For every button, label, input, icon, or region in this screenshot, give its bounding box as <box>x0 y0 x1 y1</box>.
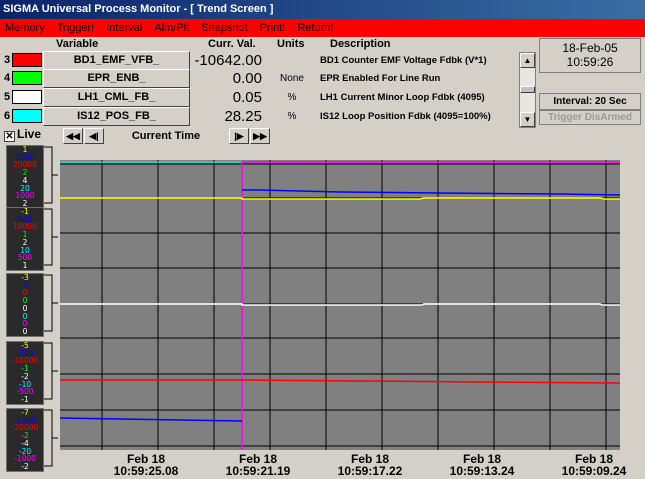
live-label: Live <box>17 127 42 141</box>
description: IS12 Loop Position Fdbk (4095=100%) <box>320 111 491 122</box>
row-number: 3 <box>4 54 11 66</box>
scale-bracket-icon <box>44 274 58 332</box>
scale-panel: -7 -1000 -20000 -2 -4 -20 -1000 -2 <box>6 408 44 472</box>
units <box>270 51 314 70</box>
row-number: 6 <box>4 110 11 122</box>
date-text: 18-Feb-05 <box>562 41 618 55</box>
time-axis-time: 10:59:25.08 <box>113 464 179 478</box>
color-swatch[interactable] <box>12 53 42 67</box>
scale-bracket-icon <box>44 409 58 467</box>
menu-snapshot[interactable]: Snapshot <box>196 22 254 34</box>
time-text: 10:59:26 <box>566 55 614 69</box>
forward-icon: |▶ <box>234 131 244 141</box>
menu-interval[interactable]: Interval <box>101 22 149 34</box>
variable-row: 3 BD1_EMF_VFB_ -10642.00 BD1 Counter EMF… <box>0 51 540 70</box>
variable-row: 6 IS12_POS_FB_ 28.25 % IS12 Loop Positio… <box>0 107 540 126</box>
menu-memory[interactable]: Memory <box>0 22 52 34</box>
interval-display: Interval: 20 Sec <box>539 93 641 110</box>
current-time-label: Current Time <box>131 130 201 142</box>
blue-trace-upper <box>242 189 620 196</box>
variable-button[interactable]: IS12_POS_FB_ <box>43 107 190 126</box>
trigger-button[interactable]: Trigger DisArmed <box>539 110 641 125</box>
trend-plot[interactable] <box>60 160 620 450</box>
color-swatch[interactable] <box>12 71 42 85</box>
red-trace <box>60 379 620 384</box>
units: None <box>280 73 304 84</box>
scale-panel: -1 500 10000 1 2 10 500 1 <box>6 207 44 271</box>
variable-button[interactable]: EPR_ENB_ <box>43 69 190 88</box>
rewind-fast-button[interactable]: ◀◀ <box>63 128 83 144</box>
window-title: SIGMA Universal Process Monitor - [ Tren… <box>0 0 645 19</box>
time-axis-label: Feb 18 10:59:13.24 <box>434 453 530 477</box>
scale-value: -2 <box>21 461 29 471</box>
time-axis-label: Feb 18 10:59:21.19 <box>210 453 306 477</box>
time-axis-label: Feb 18 10:59:09.24 <box>546 453 642 477</box>
menu-bar: Memory Trigger! Interval Alm/Plt Snapsho… <box>0 19 645 37</box>
scale-panel: 1 1000 20000 2 4 20 1000 2 <box>6 145 44 209</box>
time-axis-label: Feb 18 10:59:25.08 <box>98 453 194 477</box>
scale-value: 0 <box>22 326 28 336</box>
current-value: -10642.00 <box>194 52 262 69</box>
scale-bracket-icon <box>44 342 58 400</box>
scroll-down-icon[interactable]: ▼ <box>520 112 535 127</box>
variable-row: 5 LH1_CML_FB_ 0.05 % LH1 Current Minor L… <box>0 88 540 107</box>
scale-value: -1 <box>21 394 29 404</box>
description: LH1 Current Minor Loop Fdbk (4095) <box>320 92 485 103</box>
menu-alm-plt[interactable]: Alm/Plt <box>149 22 196 34</box>
rewind-button[interactable]: ◀| <box>84 128 104 144</box>
menu-return[interactable]: Return! <box>292 22 340 34</box>
scale-panel: -5 -500 -10000 -1 -2 -10 -500 -1 <box>6 341 44 405</box>
current-value: 0.05 <box>232 89 262 106</box>
rewind-fast-icon: ◀◀ <box>66 131 80 141</box>
variable-scrollbar[interactable]: ▲ ▼ <box>519 52 536 128</box>
color-swatch[interactable] <box>12 90 42 104</box>
row-number: 4 <box>4 72 11 84</box>
current-value: 0.00 <box>232 70 262 87</box>
live-toggle[interactable]: ✕ Live <box>4 127 60 142</box>
header-curr-val: Curr. Val. <box>208 38 256 50</box>
time-axis-time: 10:59:17.22 <box>337 464 403 478</box>
magenta-frame <box>241 161 620 450</box>
variable-button[interactable]: BD1_EMF_VFB_ <box>43 51 190 70</box>
scale-value: 1 <box>22 260 28 270</box>
header-description: Description <box>330 38 391 50</box>
rewind-icon: ◀| <box>89 131 99 141</box>
variable-row: 4 EPR_ENB_ 0.00 None EPR Enabled For Lin… <box>0 69 540 88</box>
description: BD1 Counter EMF Voltage Fdbk (V*1) <box>320 55 487 66</box>
row-number: 5 <box>4 91 11 103</box>
menu-print[interactable]: Print! <box>255 22 293 34</box>
time-axis-time: 10:59:13.24 <box>449 464 515 478</box>
header-variable: Variable <box>56 38 99 50</box>
scale-bracket-icon <box>44 146 58 204</box>
time-axis-label: Feb 18 10:59:17.22 <box>322 453 418 477</box>
current-value: 28.25 <box>224 108 262 125</box>
scale-bracket-icon <box>44 208 58 266</box>
color-swatch[interactable] <box>12 109 42 123</box>
time-axis-time: 10:59:21.19 <box>225 464 291 478</box>
live-checkbox[interactable]: ✕ <box>4 131 15 142</box>
forward-button[interactable]: |▶ <box>229 128 249 144</box>
forward-fast-button[interactable]: ▶▶ <box>250 128 270 144</box>
units: % <box>287 92 297 103</box>
forward-fast-icon: ▶▶ <box>253 131 267 141</box>
scroll-up-icon[interactable]: ▲ <box>520 53 535 68</box>
description: EPR Enabled For Line Run <box>320 73 441 84</box>
scale-panel: -3 0 0 0 0 0 0 0 <box>6 273 44 337</box>
header-units: Units <box>277 38 305 50</box>
variable-button[interactable]: LH1_CML_FB_ <box>43 88 190 107</box>
datetime-display: 18-Feb-05 10:59:26 <box>539 38 641 73</box>
blue-trace-lower <box>60 417 243 422</box>
menu-trigger[interactable]: Trigger! <box>52 22 102 34</box>
time-axis-time: 10:59:09.24 <box>561 464 627 478</box>
scroll-thumb[interactable] <box>520 86 535 93</box>
units: % <box>287 111 297 122</box>
